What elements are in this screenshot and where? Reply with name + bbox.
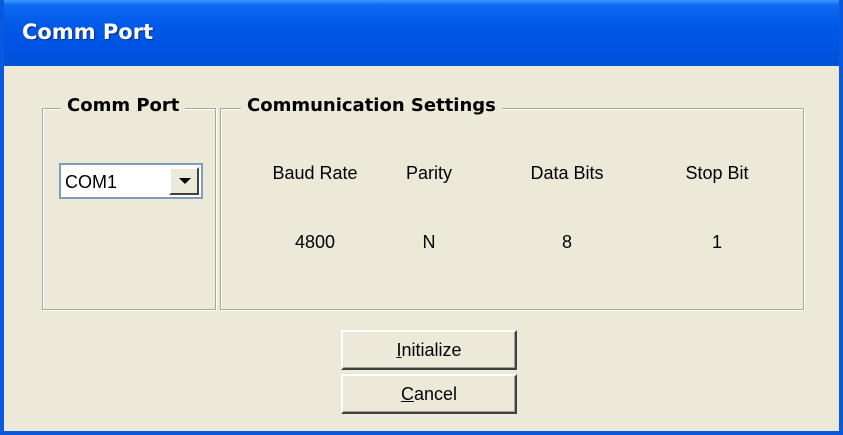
comm-port-dropdown-button[interactable] (169, 167, 199, 195)
initialize-label: nitialize (401, 340, 462, 360)
stop-bit-label: Stop Bit (685, 163, 749, 183)
cancel-label: ancel (413, 384, 458, 404)
comm-port-select-value: COM1 (65, 172, 118, 192)
initialize-button[interactable]: Initialize (341, 330, 517, 370)
comm-port-legend: Comm Port (61, 95, 186, 116)
data-bits-value: 8 (561, 232, 573, 252)
window-title: Comm Port (22, 20, 154, 44)
cancel-button[interactable]: Cancel (341, 374, 517, 414)
title-bar[interactable]: Comm Port (4, 0, 839, 66)
communication-settings-legend: Communication Settings (241, 95, 502, 116)
baud-rate-value: 4800 (294, 232, 336, 252)
data-bits-label: Data Bits (530, 163, 604, 183)
comm-port-groupbox: Comm Port (42, 95, 216, 310)
parity-value: N (422, 232, 436, 252)
communication-settings-groupbox: Communication Settings (220, 95, 804, 310)
stop-bit-value: 1 (711, 232, 723, 252)
comm-port-dialog: Comm Port Comm Port Communication Settin… (0, 0, 843, 435)
chevron-down-icon (179, 178, 191, 184)
baud-rate-label: Baud Rate (272, 163, 358, 183)
parity-label: Parity (405, 163, 453, 183)
cancel-mnemonic: C (400, 384, 414, 404)
comm-port-select[interactable]: COM1 (59, 163, 203, 199)
